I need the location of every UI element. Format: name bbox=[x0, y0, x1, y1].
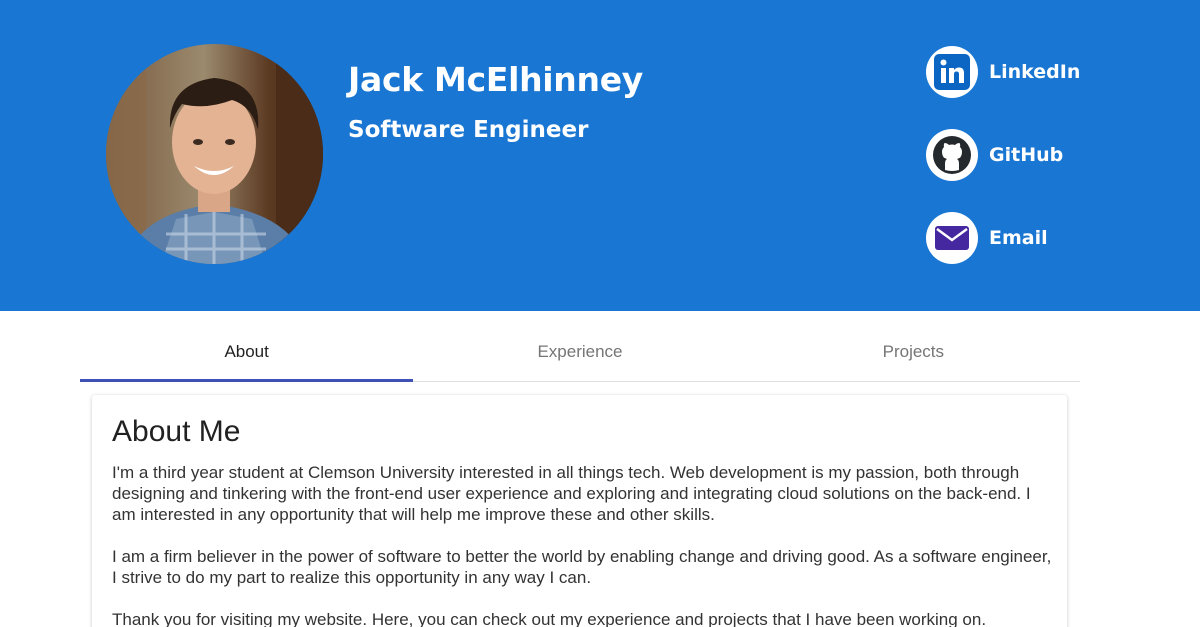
linkedin-link[interactable]: LinkedIn bbox=[926, 46, 1080, 98]
profile-title: Software Engineer bbox=[348, 117, 589, 143]
profile-header: Jack McElhinney Software Engineer Linked… bbox=[0, 0, 1200, 311]
linkedin-icon bbox=[926, 46, 978, 98]
avatar bbox=[106, 44, 323, 264]
about-paragraph-3: Thank you for visiting my website. Here,… bbox=[112, 610, 987, 627]
envelope-icon bbox=[926, 212, 978, 264]
github-label: GitHub bbox=[989, 144, 1064, 166]
profile-name: Jack McElhinney bbox=[348, 60, 643, 99]
section-tabs: About Experience Projects bbox=[80, 322, 1080, 382]
tab-experience[interactable]: Experience bbox=[413, 322, 746, 381]
github-link[interactable]: GitHub bbox=[926, 129, 1063, 181]
about-card: About Me I'm a third year student at Cle… bbox=[92, 395, 1067, 627]
linkedin-label: LinkedIn bbox=[989, 61, 1081, 83]
email-label: Email bbox=[989, 227, 1048, 249]
github-icon bbox=[926, 129, 978, 181]
about-paragraph-1: I'm a third year student at Clemson Univ… bbox=[112, 463, 1031, 524]
email-link[interactable]: Email bbox=[926, 212, 1048, 264]
tab-projects[interactable]: Projects bbox=[747, 322, 1080, 381]
tab-about[interactable]: About bbox=[80, 322, 414, 382]
about-paragraph-2: I am a firm believer in the power of sof… bbox=[112, 547, 1052, 587]
about-heading: About Me bbox=[112, 415, 241, 448]
